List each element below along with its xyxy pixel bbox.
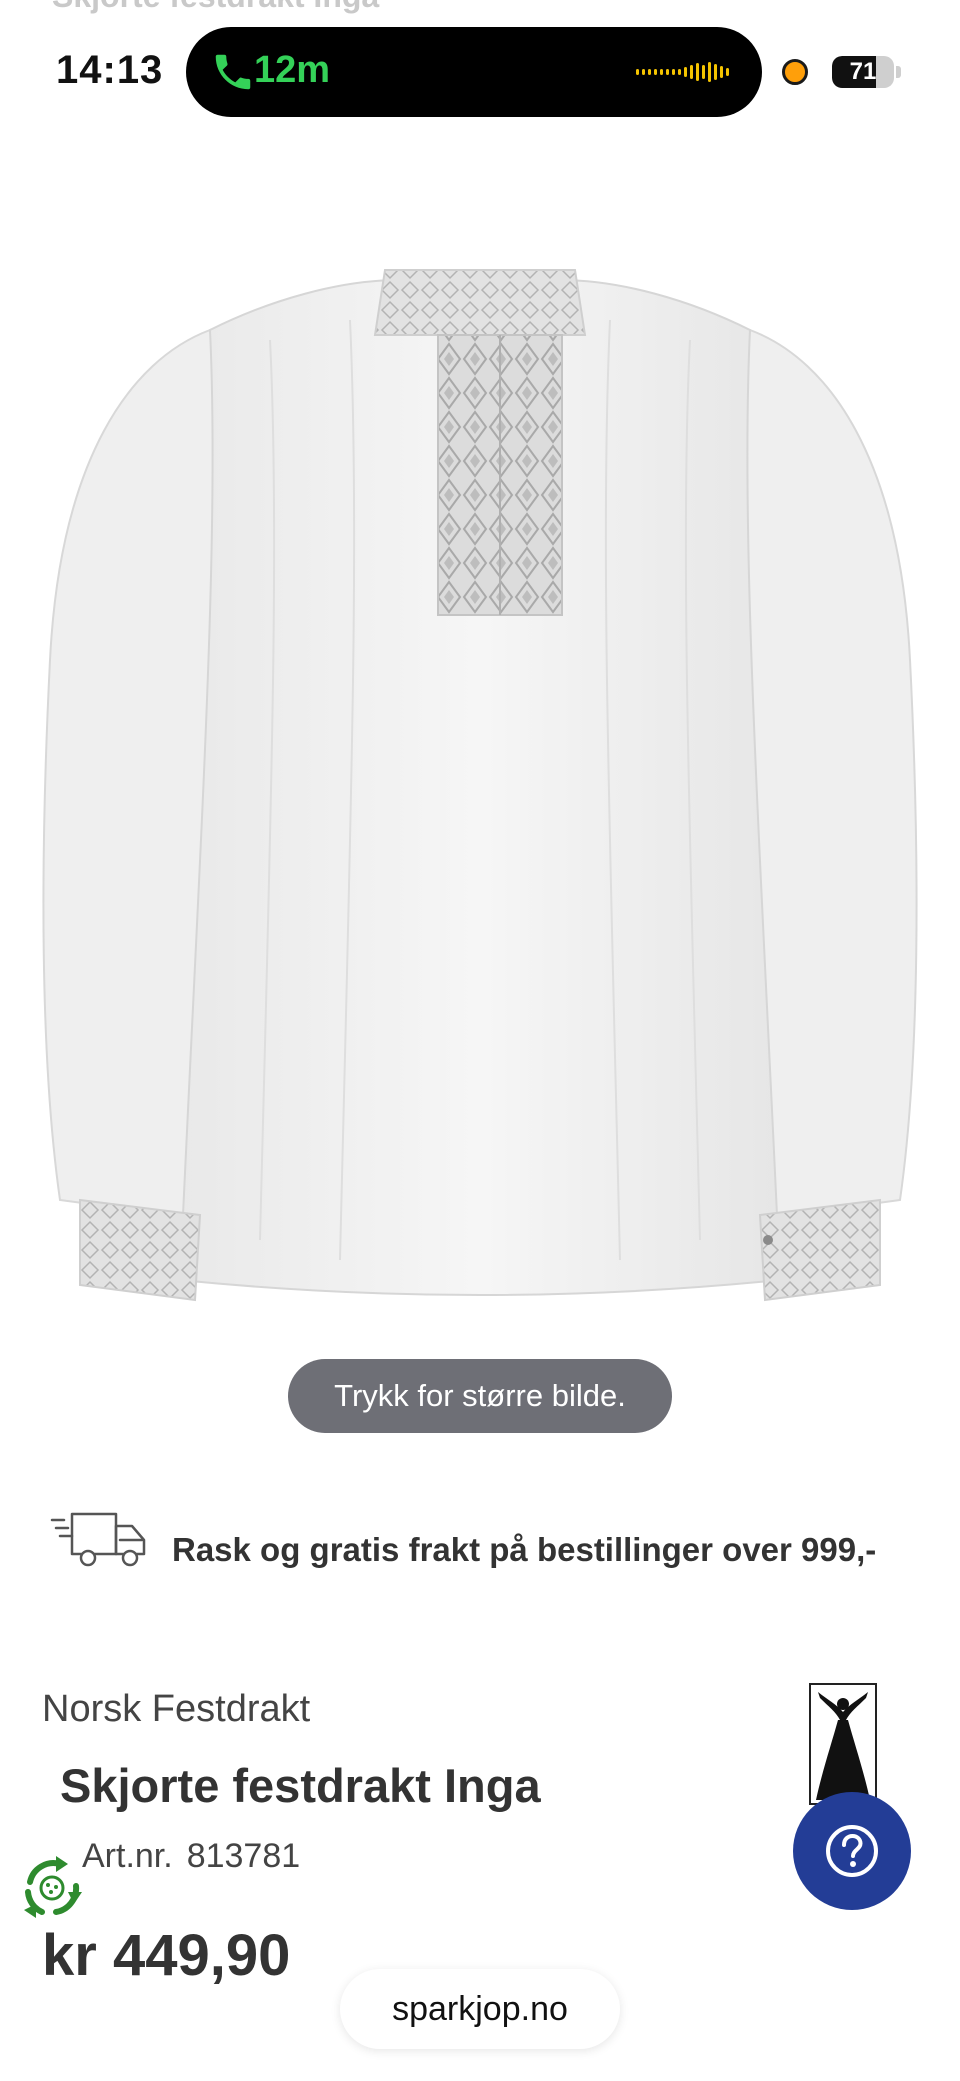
battery-icon: 71 (832, 56, 894, 88)
phone-call-icon (215, 54, 251, 90)
enlarge-image-hint[interactable]: Trykk for større bilde. (288, 1359, 672, 1433)
product-title: Skjorte festdrakt Inga (60, 1759, 541, 1812)
free-shipping-text: Rask og gratis frakt på bestillinger ove… (172, 1531, 877, 1568)
help-button[interactable] (793, 1792, 911, 1910)
brand-logo-dancer-icon (809, 1683, 877, 1805)
question-mark-icon (826, 1825, 878, 1877)
article-number-value: 813781 (186, 1837, 301, 1875)
product-image-shirt[interactable] (20, 240, 940, 1340)
brand-name[interactable]: Norsk Festdrakt (42, 1688, 310, 1731)
article-number-label: Art.nr. (82, 1837, 173, 1875)
article-number-row: Art.nr. 813781 (82, 1837, 300, 1876)
delivery-truck-icon (50, 1512, 146, 1567)
status-time: 14:13 (56, 48, 164, 92)
privacy-indicator-dot (782, 59, 808, 85)
call-duration: 12m (254, 49, 331, 91)
dynamic-island-call[interactable]: 12m (186, 27, 762, 117)
recycle-badge-icon[interactable] (16, 1852, 88, 1924)
battery-tip (896, 66, 901, 78)
audio-waveform-icon (636, 62, 729, 82)
product-price: kr 449,90 (42, 1923, 291, 1988)
browser-url-bar[interactable]: sparkjop.no (340, 1969, 620, 2049)
scrolled-header-title: Skjorte festdrakt Inga (52, 0, 379, 15)
battery-level: 71 (849, 58, 877, 85)
